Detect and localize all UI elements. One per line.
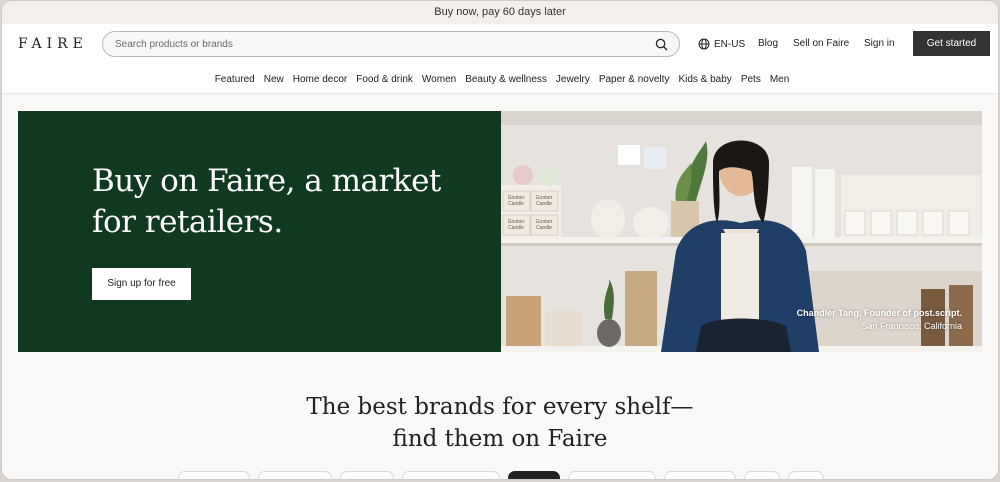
box-label: Goober Candle xyxy=(508,219,525,231)
hero-title-line-2: for retailers. xyxy=(92,204,283,240)
box-label: Goober Candle xyxy=(508,195,525,207)
nav-item-kids-baby[interactable]: Kids & baby xyxy=(678,74,731,85)
get-started-button[interactable]: Get started xyxy=(913,31,990,56)
category-chip[interactable] xyxy=(664,471,736,479)
section-heading: The best brands for every shelf— find th… xyxy=(2,391,998,455)
blog-link[interactable]: Blog xyxy=(758,38,778,49)
nav-item-featured[interactable]: Featured xyxy=(215,74,255,85)
locale-label: EN-US xyxy=(714,38,746,50)
category-chip[interactable] xyxy=(178,471,250,479)
faire-logo[interactable]: FAIRE xyxy=(18,36,88,52)
search-bar[interactable] xyxy=(102,31,680,57)
promo-text: Buy now, pay 60 days later xyxy=(434,6,566,18)
category-chip[interactable] xyxy=(340,471,394,479)
category-chip[interactable] xyxy=(568,471,656,479)
nav-item-new[interactable]: New xyxy=(264,74,284,85)
category-chips xyxy=(2,471,998,479)
hero-title-line-1: Buy on Faire, a market xyxy=(92,163,441,199)
nav-item-beauty-wellness[interactable]: Beauty & wellness xyxy=(465,74,547,85)
sign-in-link[interactable]: Sign in xyxy=(864,38,895,49)
category-chip-selected[interactable] xyxy=(508,471,560,479)
globe-icon xyxy=(698,38,710,50)
section-heading-line-1: The best brands for every shelf— xyxy=(306,394,694,420)
hero-banner: Buy on Faire, a market for retailers. Si… xyxy=(18,111,982,352)
hero-text-panel: Buy on Faire, a market for retailers. Si… xyxy=(18,111,501,352)
box-label: Goober Candle xyxy=(536,195,553,207)
category-chip[interactable] xyxy=(258,471,332,479)
browser-page: Buy now, pay 60 days later FAIRE EN-US B… xyxy=(2,1,998,479)
box-label: Goober Candle xyxy=(536,219,553,231)
caption-name: Chandler Tang, Founder of post.script. xyxy=(796,308,962,318)
category-nav: Featured New Home decor Food & drink Wom… xyxy=(2,65,998,94)
nav-item-food-drink[interactable]: Food & drink xyxy=(356,74,413,85)
caption-location: San Francisco, California xyxy=(861,321,962,331)
nav-item-men[interactable]: Men xyxy=(770,74,789,85)
sign-up-button[interactable]: Sign up for free xyxy=(92,268,191,300)
nav-item-women[interactable]: Women xyxy=(422,74,456,85)
search-icon[interactable] xyxy=(655,38,668,51)
promo-banner[interactable]: Buy now, pay 60 days later xyxy=(2,1,998,24)
nav-item-pets[interactable]: Pets xyxy=(741,74,761,85)
category-chip[interactable] xyxy=(788,471,824,479)
search-input[interactable] xyxy=(115,32,635,56)
nav-item-jewelry[interactable]: Jewelry xyxy=(556,74,590,85)
photo-caption: Chandler Tang, Founder of post.script. S… xyxy=(797,307,962,333)
site-header: FAIRE EN-US Blog Sell on Faire Sign in G… xyxy=(2,24,998,65)
category-chip[interactable] xyxy=(402,471,500,479)
hero-title: Buy on Faire, a market for retailers. xyxy=(92,161,452,243)
nav-item-paper-novelty[interactable]: Paper & novelty xyxy=(599,74,670,85)
category-chip[interactable] xyxy=(744,471,780,479)
hero-photo: Goober Candle Goober Candle Goober Candle Goob… xyxy=(501,111,982,352)
section-heading-line-2: find them on Faire xyxy=(392,426,608,452)
nav-item-home-decor[interactable]: Home decor xyxy=(293,74,347,85)
sell-on-faire-link[interactable]: Sell on Faire xyxy=(793,38,849,49)
locale-selector[interactable]: EN-US xyxy=(698,38,745,50)
